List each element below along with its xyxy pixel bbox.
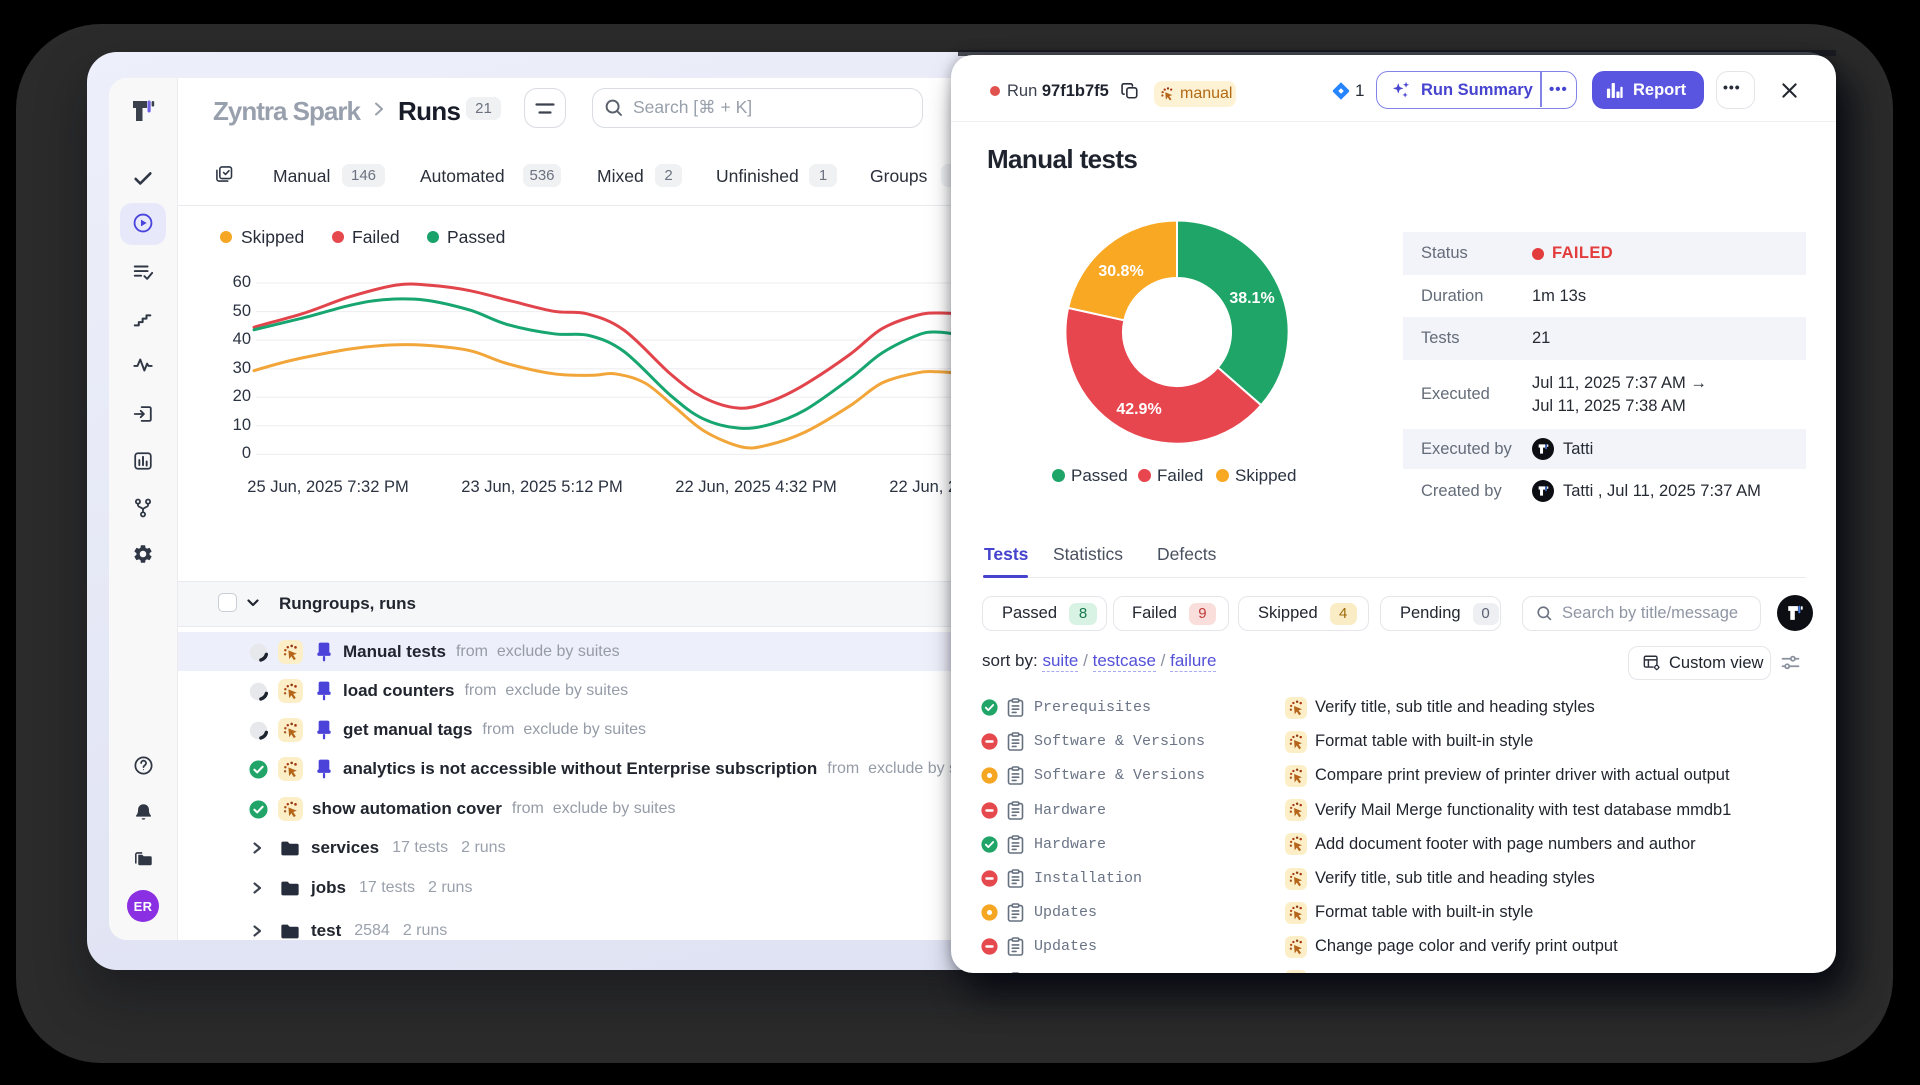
- svg-text:30.8%: 30.8%: [1098, 263, 1143, 280]
- svg-text:42.9%: 42.9%: [1116, 401, 1161, 418]
- svg-text:38.1%: 38.1%: [1229, 290, 1274, 307]
